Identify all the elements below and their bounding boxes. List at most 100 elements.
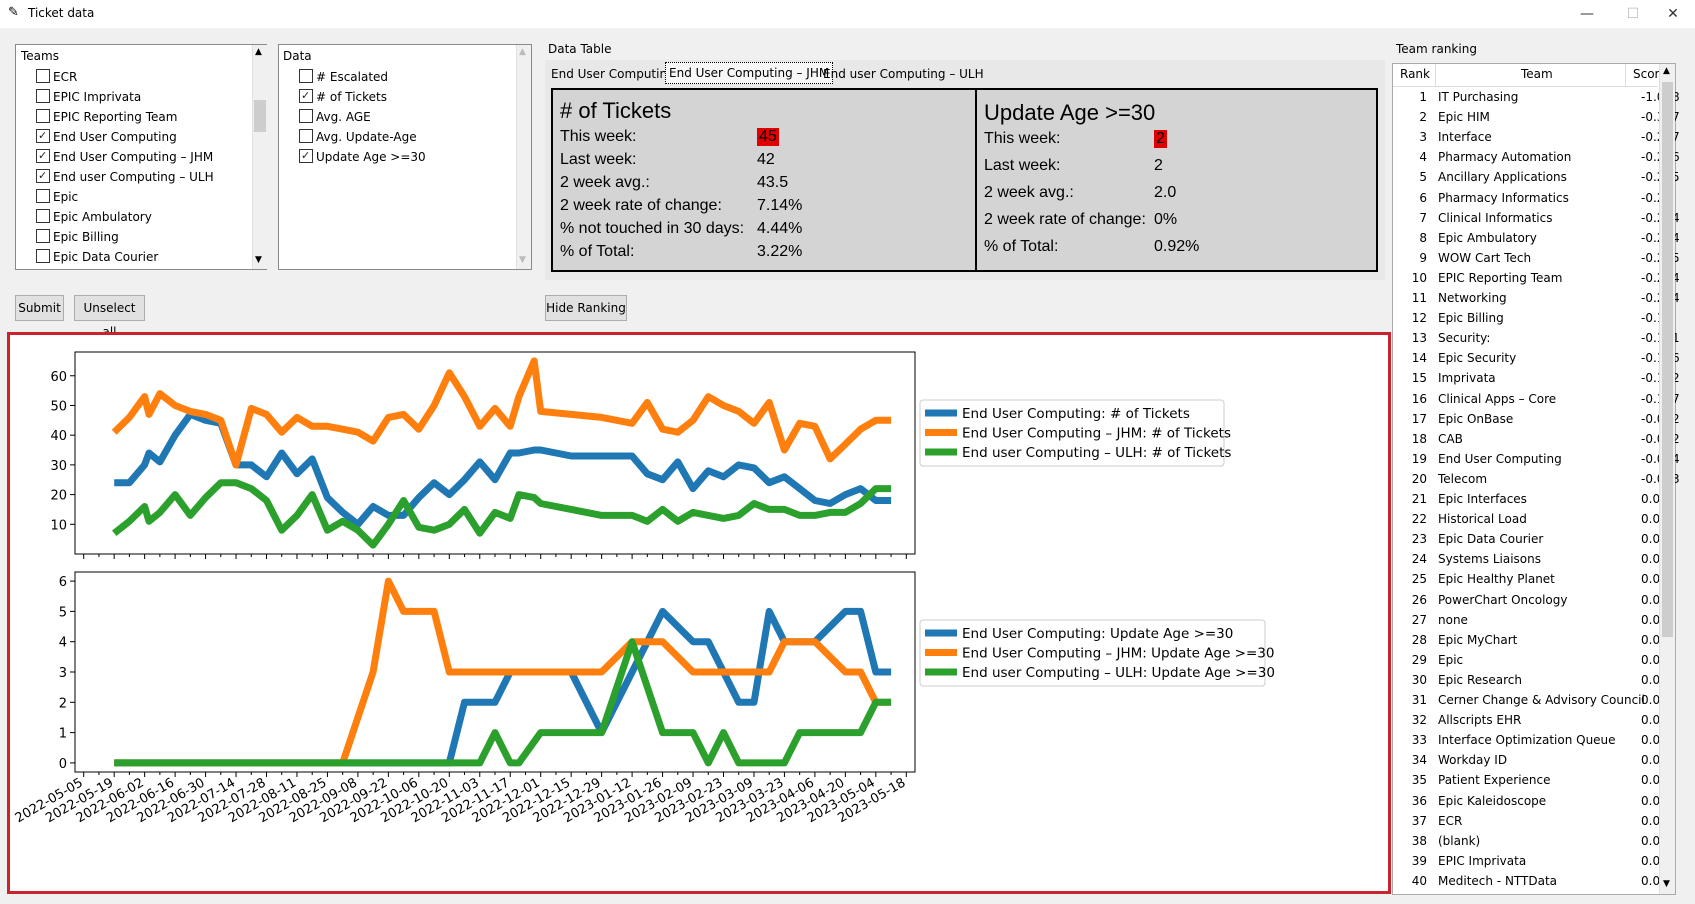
score-cell: 0.0 (1641, 572, 1661, 587)
data-listbox[interactable]: Data # Escalated # of Tickets Avg. AGE Avg.… (278, 44, 532, 270)
minimize-button[interactable]: — (1564, 0, 1610, 28)
team-cell: Allscripts EHR (1438, 713, 1522, 728)
data-item-label: # of Tickets (316, 90, 388, 104)
team-ranking-table[interactable]: Rank Team Score 1IT Purchasing-1.0882Epi… (1392, 63, 1680, 895)
stat-label: 2 week avg.: (984, 184, 1074, 201)
team-checkbox[interactable] (36, 126, 50, 146)
ranking-scrollbar[interactable]: ▲ ▼ (1659, 64, 1675, 894)
team-cell: Pharmacy Informatics (1438, 190, 1569, 205)
data-item-label: Avg. Update-Age (316, 130, 417, 144)
y-tick-label: 1 (59, 727, 67, 742)
data-list-item[interactable]: # of Tickets (299, 86, 388, 107)
team-item-label: End User Computing – JHM (53, 150, 214, 164)
team-checkbox[interactable] (36, 189, 50, 203)
rank-cell: 11 (1411, 291, 1427, 305)
score-cell: 0.0 (1641, 672, 1661, 687)
rank-cell: 14 (1411, 351, 1427, 366)
data-scrollbar[interactable]: ▲ ▼ (516, 45, 531, 269)
team-cell: Interface Optimization Queue (1438, 733, 1616, 748)
data-checkbox[interactable] (299, 109, 313, 123)
team-item-label: ECR (53, 70, 78, 84)
team-list-item[interactable]: End User Computing – JHM (36, 146, 214, 167)
rank-cell: 21 (1411, 492, 1427, 506)
score-cell: 0.0 (1641, 813, 1661, 828)
teams-scrollbar[interactable]: ▲ ▼ (252, 45, 267, 269)
team-list-item[interactable]: ECR (36, 67, 77, 87)
team-cell: Epic MyChart (1438, 632, 1518, 647)
team-cell: Epic Interfaces (1438, 492, 1527, 506)
rank-cell: 25 (1411, 572, 1427, 587)
team-cell: none (1438, 612, 1468, 627)
rank-cell: 30 (1411, 672, 1427, 687)
stat-label: This week: (560, 128, 637, 145)
team-cell: Pharmacy Automation (1438, 150, 1572, 165)
scroll-up-icon[interactable]: ▲ (255, 47, 262, 57)
tab-end-user-computing-ulh[interactable]: End user Computing – ULH (820, 64, 987, 84)
chart-area: 10 20 30 40 50 60 End User Computing: # of Tic… (7, 332, 1391, 894)
score-cell: 0.0 (1641, 833, 1661, 848)
rank-cell: 12 (1411, 311, 1427, 326)
team-list-item[interactable]: Epic Data Courier (36, 247, 158, 267)
teams-label: Teams (21, 49, 59, 63)
team-checkbox[interactable] (36, 69, 50, 83)
rank-header[interactable]: Rank (1400, 67, 1430, 81)
team-checkbox[interactable] (36, 146, 50, 166)
team-checkbox[interactable] (36, 166, 50, 186)
scroll-up-icon[interactable]: ▲ (519, 47, 526, 57)
team-list-item[interactable]: EPIC Reporting Team (36, 107, 177, 127)
rank-cell: 2 (1419, 110, 1427, 125)
scroll-down-icon[interactable]: ▼ (255, 255, 262, 265)
data-list-item[interactable]: Avg. AGE (299, 107, 371, 127)
data-checkbox[interactable] (299, 146, 313, 166)
hide-ranking-button[interactable]: Hide Ranking (545, 295, 627, 321)
score-cell: 0.0 (1641, 753, 1661, 768)
data-list-item[interactable]: # Escalated (299, 67, 388, 87)
scroll-down-icon[interactable]: ▼ (1663, 879, 1670, 889)
tab-end-user-computing-jhm[interactable]: End User Computing – JHM (665, 62, 834, 84)
team-checkbox[interactable] (36, 209, 50, 223)
data-checkbox[interactable] (299, 69, 313, 83)
stat-label: Last week: (560, 151, 637, 168)
y-tick-label: 20 (50, 489, 67, 504)
team-item-label: End user Computing – ULH (53, 170, 214, 184)
team-list-item[interactable]: Epic (36, 187, 78, 207)
scroll-thumb[interactable] (1662, 82, 1673, 637)
team-list-item[interactable]: End user Computing – ULH (36, 166, 214, 187)
data-list-item[interactable]: Update Age >=30 (299, 146, 426, 167)
submit-button[interactable]: Submit (15, 295, 64, 321)
scroll-up-icon[interactable]: ▲ (1663, 66, 1670, 76)
unselect-all-button[interactable]: Unselect all (74, 295, 145, 339)
team-checkbox[interactable] (36, 249, 50, 263)
header-divider (1625, 64, 1626, 86)
legend-entry: End User Computing – JHM: # of Tickets (962, 426, 1231, 442)
data-checkbox[interactable] (299, 86, 313, 106)
scroll-down-icon[interactable]: ▼ (519, 255, 526, 265)
team-cell: Meditech - NTTData (1438, 873, 1558, 888)
data-checkbox[interactable] (299, 129, 313, 143)
team-checkbox[interactable] (36, 109, 50, 123)
team-cell: Systems Liaisons (1438, 552, 1541, 567)
team-ranking-label: Team ranking (1396, 42, 1477, 56)
team-list-item[interactable]: Epic Ambulatory (36, 207, 152, 227)
data-item-label: # Escalated (316, 70, 389, 84)
team-list-item[interactable]: Epic Billing (36, 227, 119, 247)
rank-cell: 40 (1411, 873, 1427, 888)
rank-cell: 6 (1419, 190, 1427, 205)
teams-listbox[interactable]: Teams ECR EPIC Imprivata EPIC Reporting Te… (15, 44, 267, 270)
stat-value: 4.44% (757, 220, 803, 237)
team-header[interactable]: Team (1521, 67, 1553, 81)
team-item-label: End User Computing (53, 130, 177, 144)
team-list-item[interactable]: End User Computing (36, 126, 177, 147)
rank-cell: 7 (1419, 210, 1427, 225)
rank-cell: 8 (1419, 230, 1427, 245)
data-list-item[interactable]: Avg. Update-Age (299, 127, 417, 147)
rank-cell: 24 (1411, 552, 1427, 567)
team-list-item[interactable]: EPIC Imprivata (36, 87, 141, 107)
team-checkbox[interactable] (36, 89, 50, 103)
stat-value: 42 (757, 151, 775, 168)
close-button[interactable]: ✕ (1650, 0, 1695, 28)
scroll-thumb[interactable] (254, 100, 266, 132)
y-tick-label: 6 (59, 575, 67, 590)
team-checkbox[interactable] (36, 229, 50, 243)
tab-end-user-computing[interactable]: End User Computing (548, 64, 678, 84)
